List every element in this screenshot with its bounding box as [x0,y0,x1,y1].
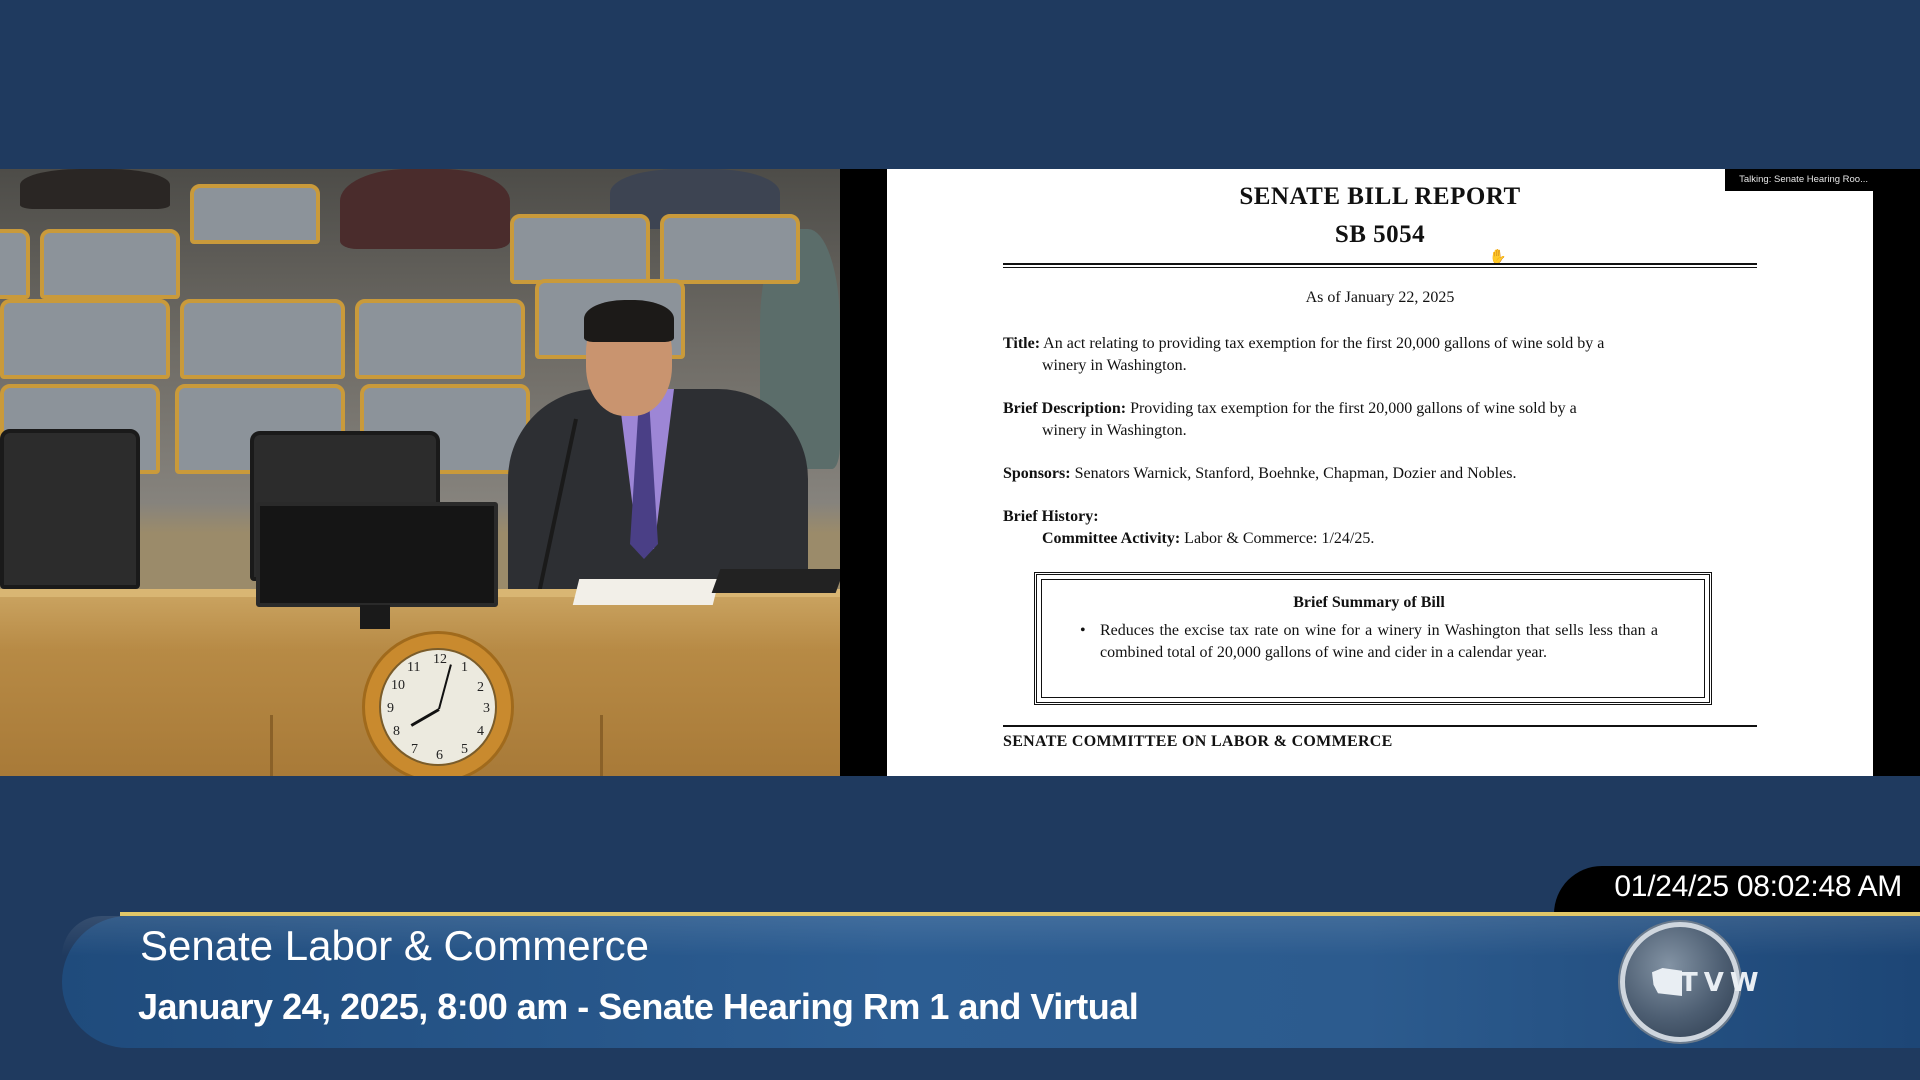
committee-footer: SENATE COMMITTEE ON LABOR & COMMERCE [1003,733,1393,750]
description-text-continued: winery in Washington. [1042,422,1187,439]
video-feed-hearing-room: 12 1 2 3 4 5 6 7 8 9 10 11 [0,169,840,776]
clock-hour-hand [410,708,440,727]
clock-number: 7 [411,742,418,757]
wall-clock: 12 1 2 3 4 5 6 7 8 9 10 11 [362,631,514,776]
footer-divider [1003,725,1757,727]
clock-number: 2 [477,680,484,695]
bill-title-section: Title: An act relating to providing tax … [1003,333,1747,377]
clock-number: 8 [393,724,400,739]
keyboard [711,569,840,593]
chair [510,214,650,284]
chair [40,229,180,299]
chair [180,299,345,379]
clock-face: 12 1 2 3 4 5 6 7 8 9 10 11 [379,648,497,766]
title-text-continued: winery in Washington. [1042,357,1187,374]
clock-number: 3 [483,701,490,716]
brief-description-section: Brief Description: Providing tax exempti… [1003,398,1747,442]
brief-history-section: Brief History: Committee Activity: Labor… [1003,506,1747,550]
chair [660,214,800,284]
description-text: Providing tax exemption for the first 20… [1130,400,1577,417]
paper-notes [572,579,720,605]
summary-text: Reduces the excise tax rate on wine for … [1100,622,1658,661]
chair [355,299,525,379]
clock-number: 6 [436,748,443,763]
committee-activity-text: Labor & Commerce: 1/24/25. [1184,530,1375,547]
as-of-date: As of January 22, 2025 [1305,289,1455,306]
history-label: Brief History: [1003,508,1099,525]
chair [190,184,320,244]
clock-number: 12 [433,652,447,667]
clock-minute-hand [438,664,452,710]
program-subtitle: January 24, 2025, 8:00 am - Senate Heari… [138,986,1139,1027]
clock-number: 10 [391,678,405,693]
summary-heading: Brief Summary of Bill [1293,594,1445,611]
clock-number: 1 [461,660,468,675]
desk-panel-divider [600,715,603,776]
chair [0,299,170,379]
bill-report-document: SENATE BILL REPORT SB 5054 ✋ As of Janua… [887,169,1873,776]
bullet-icon: • [1080,622,1086,639]
audience-member [20,169,170,209]
speaker-hair [584,300,674,342]
broadcast-timestamp: 01/24/25 08:02:48 AM [1614,870,1902,903]
monitor-stand [360,605,390,629]
desk-panel-divider [270,715,273,776]
clock-number: 5 [461,742,468,757]
sponsors-label: Sponsors: [1003,465,1071,482]
summary-item: • Reduces the excise tax rate on wine fo… [1080,620,1658,664]
title-text: An act relating to providing tax exempti… [1043,335,1605,352]
description-label: Brief Description: [1003,400,1127,417]
brief-summary-box: Brief Summary of Bill • Reduces the exci… [1034,572,1712,705]
title-divider [1003,263,1757,268]
sponsors-section: Sponsors: Senators Warnick, Stanford, Bo… [1003,463,1747,485]
clock-number: 11 [407,660,421,675]
audience-member [340,169,510,249]
clock-number: 4 [477,724,484,739]
committee-activity-line: Committee Activity: Labor & Commerce: 1/… [1003,528,1747,550]
chair [0,429,140,589]
talking-indicator: Talking: Senate Hearing Roo... [1725,169,1882,191]
tvw-logo-text: TVW [1680,968,1765,998]
program-title: Senate Labor & Commerce [140,922,649,969]
shared-screen-panel: SENATE BILL REPORT SB 5054 ✋ As of Janua… [840,169,1920,776]
sponsors-text: Senators Warnick, Stanford, Boehnke, Cha… [1074,465,1517,482]
bill-number: SB 5054 [1334,221,1426,248]
committee-activity-label: Committee Activity: [1042,530,1181,547]
chair [0,229,30,299]
brief-summary-inner: Brief Summary of Bill • Reduces the exci… [1041,579,1705,698]
title-label: Title: [1003,335,1041,352]
desk-monitor [256,502,498,607]
clock-number: 9 [387,701,394,716]
